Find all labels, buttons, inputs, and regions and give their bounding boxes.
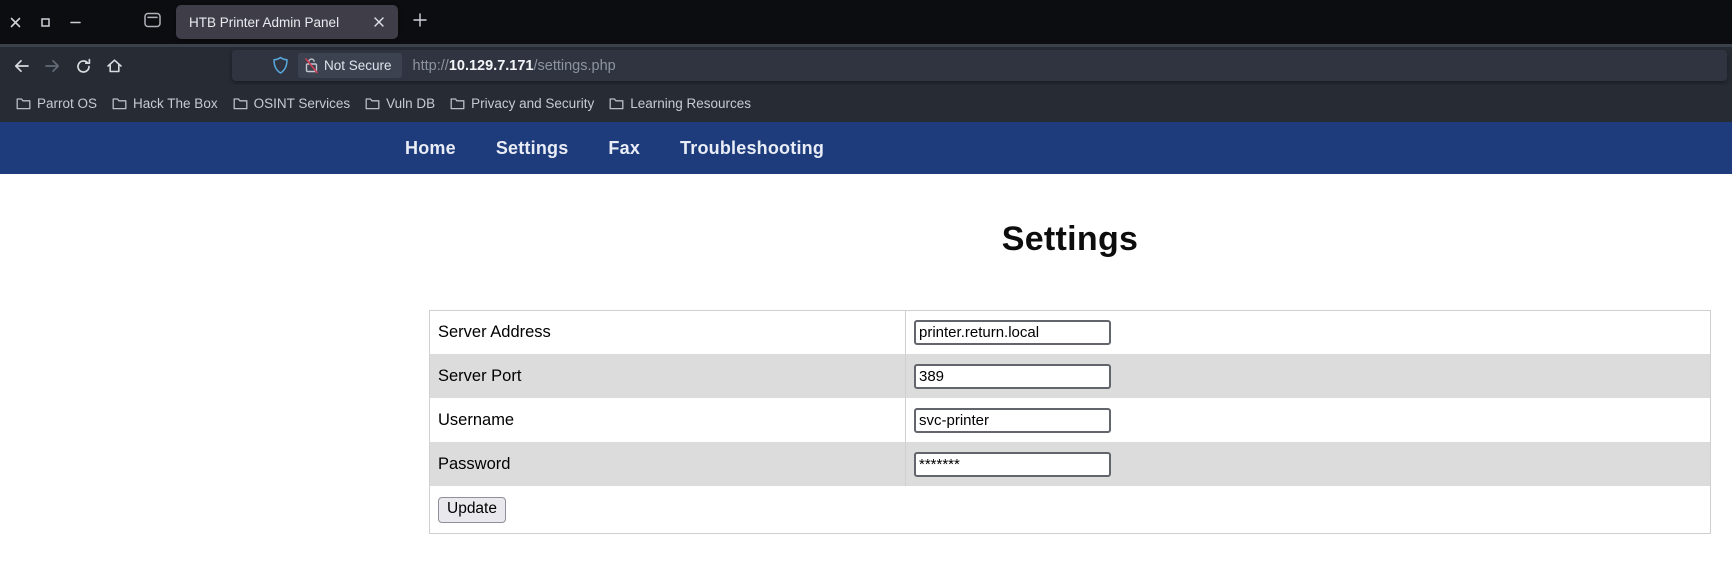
table-row-password: Password bbox=[430, 442, 1710, 486]
firefox-view-icon bbox=[143, 12, 161, 33]
nav-item-settings[interactable]: Settings bbox=[496, 138, 569, 158]
bookmark-item-osint-services[interactable]: OSINT Services bbox=[227, 91, 357, 117]
new-tab-button[interactable] bbox=[406, 8, 434, 36]
folder-icon bbox=[365, 98, 380, 110]
update-button[interactable]: Update bbox=[438, 496, 506, 523]
window-maximize-button[interactable] bbox=[30, 0, 60, 44]
back-icon bbox=[14, 59, 29, 73]
row-label: Server Address bbox=[430, 311, 906, 354]
bookmark-label: Vuln DB bbox=[386, 96, 436, 111]
page-content: Settings Server Address Server Port User… bbox=[0, 174, 1732, 561]
bookmark-label: OSINT Services bbox=[253, 96, 351, 111]
password-input[interactable] bbox=[914, 451, 1111, 477]
url-scheme: http:// bbox=[412, 57, 449, 74]
bookmark-item-privacy-and-security[interactable]: Privacy and Security bbox=[444, 91, 600, 117]
server-port-input[interactable] bbox=[914, 363, 1111, 389]
table-row-submit: Update bbox=[430, 486, 1710, 533]
security-chip[interactable]: Not Secure bbox=[298, 53, 402, 78]
tab-title: HTB Printer Admin Panel bbox=[189, 14, 340, 30]
plus-icon bbox=[413, 12, 427, 32]
maximize-icon bbox=[40, 17, 50, 27]
folder-icon bbox=[609, 98, 624, 110]
folder-icon bbox=[450, 98, 465, 110]
close-icon bbox=[374, 17, 384, 27]
folder-icon bbox=[112, 98, 127, 110]
home-icon bbox=[107, 59, 122, 73]
bookmark-item-learning-resources[interactable]: Learning Resources bbox=[603, 91, 757, 117]
bookmark-label: Learning Resources bbox=[630, 96, 752, 111]
tab-bar: HTB Printer Admin Panel bbox=[0, 0, 1732, 44]
folder-icon bbox=[233, 98, 248, 110]
forward-icon bbox=[45, 59, 60, 73]
table-row-server-address: Server Address bbox=[430, 311, 1710, 354]
navigation-toolbar: Not Secure http://10.129.7.171/settings.… bbox=[0, 44, 1732, 85]
bookmark-item-hack-the-box[interactable]: Hack The Box bbox=[106, 91, 224, 117]
browser-tab[interactable]: HTB Printer Admin Panel bbox=[176, 5, 398, 39]
bookmark-label: Hack The Box bbox=[133, 96, 218, 111]
nav-item-troubleshooting[interactable]: Troubleshooting bbox=[680, 138, 824, 158]
firefox-view-button[interactable] bbox=[138, 8, 166, 36]
row-label: Password bbox=[430, 442, 906, 486]
url-text: http://10.129.7.171/settings.php bbox=[413, 58, 616, 74]
forward-button[interactable] bbox=[37, 50, 68, 82]
bookmark-label: Privacy and Security bbox=[471, 96, 595, 111]
close-icon bbox=[10, 17, 21, 28]
reload-icon bbox=[77, 58, 91, 73]
site-navbar: Home Settings Fax Troubleshooting bbox=[0, 122, 1732, 174]
nav-item-home[interactable]: Home bbox=[405, 138, 456, 158]
folder-icon bbox=[16, 98, 31, 110]
username-input[interactable] bbox=[914, 407, 1111, 433]
shield-icon bbox=[272, 56, 288, 74]
minimize-icon bbox=[69, 20, 81, 24]
bookmark-item-parrot-os[interactable]: Parrot OS bbox=[10, 91, 103, 117]
page-title: Settings bbox=[1001, 220, 1139, 258]
window-controls bbox=[0, 0, 90, 44]
window-close-button[interactable] bbox=[0, 0, 30, 44]
server-address-input[interactable] bbox=[914, 320, 1111, 345]
bookmark-label: Parrot OS bbox=[37, 96, 98, 111]
row-label: Server Port bbox=[430, 354, 906, 398]
settings-table: Server Address Server Port Username Pass… bbox=[429, 310, 1711, 534]
security-label: Not Secure bbox=[324, 58, 392, 73]
home-button[interactable] bbox=[99, 50, 130, 82]
bookmarks-bar: Parrot OS Hack The Box OSINT Services Vu… bbox=[0, 85, 1732, 122]
tab-close-button[interactable] bbox=[368, 11, 390, 33]
url-host: 10.129.7.171 bbox=[448, 57, 534, 74]
table-row-username: Username bbox=[430, 398, 1710, 442]
nav-item-fax[interactable]: Fax bbox=[608, 138, 640, 158]
table-row-server-port: Server Port bbox=[430, 354, 1710, 398]
reload-button[interactable] bbox=[68, 50, 99, 82]
row-label: Username bbox=[430, 398, 906, 442]
url-bar[interactable]: Not Secure http://10.129.7.171/settings.… bbox=[232, 50, 1727, 81]
url-path: /settings.php bbox=[533, 57, 616, 74]
tracking-protection-button[interactable] bbox=[266, 53, 294, 79]
back-button[interactable] bbox=[6, 50, 37, 82]
window-minimize-button[interactable] bbox=[60, 0, 90, 44]
broken-lock-icon bbox=[305, 58, 318, 74]
bookmark-item-vuln-db[interactable]: Vuln DB bbox=[359, 91, 441, 117]
